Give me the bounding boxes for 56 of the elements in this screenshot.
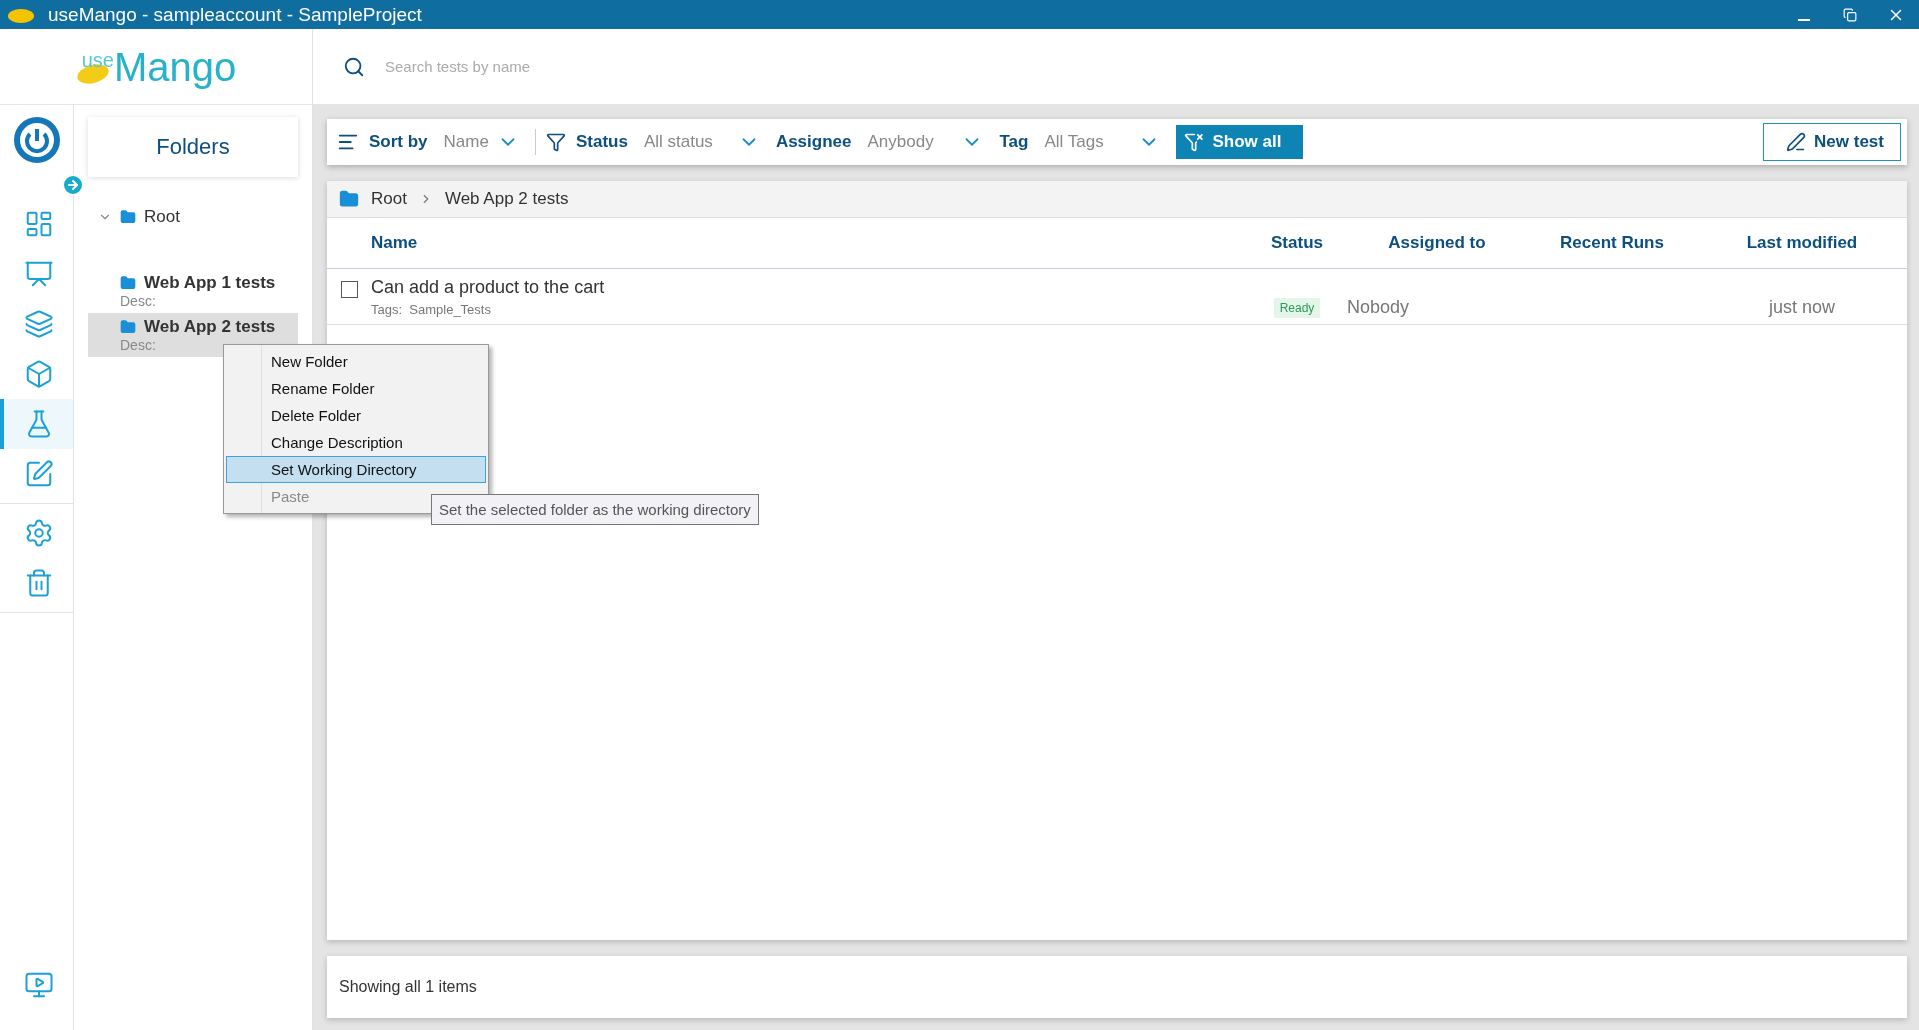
monitor-play-icon	[23, 970, 54, 1000]
folder-name: Root	[144, 207, 180, 227]
column-header[interactable]: Last modified	[1697, 233, 1907, 253]
test-tags: Tags: Sample_Tests	[371, 301, 1247, 317]
item-count: Showing all 1 items	[339, 978, 477, 996]
sort-dropdown[interactable]: Name	[437, 127, 525, 157]
test-name[interactable]: Can add a product to the cart	[371, 276, 1247, 298]
menu-item[interactable]: Delete Folder	[226, 402, 486, 429]
folder-icon	[120, 209, 136, 225]
folder-icon	[120, 319, 136, 335]
layers-icon	[23, 309, 54, 339]
column-header[interactable]: Name	[371, 233, 1247, 253]
restore-icon	[1843, 7, 1857, 22]
row-checkbox[interactable]	[340, 281, 358, 298]
search-icon	[343, 55, 365, 78]
sort-label: Sort by	[369, 132, 428, 152]
column-header[interactable]: Status	[1247, 233, 1347, 253]
assignee-cell-text: Nobody	[1347, 297, 1411, 318]
folder-description: Desc:	[120, 293, 157, 309]
folder-tree-item[interactable]: Web App 2 tests Desc:	[88, 313, 298, 357]
window-title: useMango - sampleaccount - SampleProject	[48, 3, 423, 26]
status-tag: Ready	[1273, 297, 1321, 318]
tooltip: Set the selected folder as the working directory	[431, 494, 759, 525]
minimize-icon	[1798, 18, 1810, 21]
filter-label: Assignee	[775, 132, 852, 152]
column-header[interactable]: Assigned to	[1347, 233, 1527, 253]
new-test-button[interactable]: New test	[1763, 123, 1901, 161]
logo-text: Mango	[113, 46, 237, 87]
filter-dropdown[interactable]: All status	[637, 127, 766, 157]
menu-item[interactable]: Set Working Directory	[226, 456, 486, 483]
menu-item[interactable]: Change Description	[226, 429, 486, 456]
power-logo-icon	[13, 117, 60, 163]
logo-text: use	[81, 48, 114, 72]
filter-label: Tag	[999, 132, 1029, 152]
folder-name: Web App 1 tests	[144, 273, 276, 293]
column-header[interactable]: Recent Runs	[1527, 233, 1697, 253]
modified-cell-text: just now	[1767, 297, 1836, 318]
filter-off-icon	[1184, 132, 1205, 152]
pen-icon	[1786, 132, 1807, 152]
folder-icon	[120, 275, 136, 291]
filter-dropdown[interactable]: Anybody	[861, 127, 990, 157]
folder-tree-item[interactable]: Web App 1 tests Desc:	[88, 269, 298, 313]
nav-rail-button[interactable]	[0, 399, 73, 449]
breadcrumb-link[interactable]: Root	[371, 189, 407, 209]
folder-tree-item[interactable]: Root	[88, 203, 298, 231]
filter-icon	[545, 132, 566, 152]
arrow-right-icon	[61, 173, 85, 197]
folder-icon	[339, 189, 359, 209]
folder-description: Desc:	[120, 337, 157, 353]
folder-name: Web App 2 tests	[144, 317, 276, 337]
folders-title: Folders	[88, 117, 298, 177]
breadcrumb-link[interactable]: Web App 2 tests	[444, 189, 569, 209]
filter-dropdown[interactable]: All Tags	[1038, 127, 1167, 157]
menu-item[interactable]: Rename Folder	[226, 375, 486, 402]
filter-label: Status	[575, 132, 628, 152]
show-all-button[interactable]: Show all	[1176, 125, 1304, 159]
